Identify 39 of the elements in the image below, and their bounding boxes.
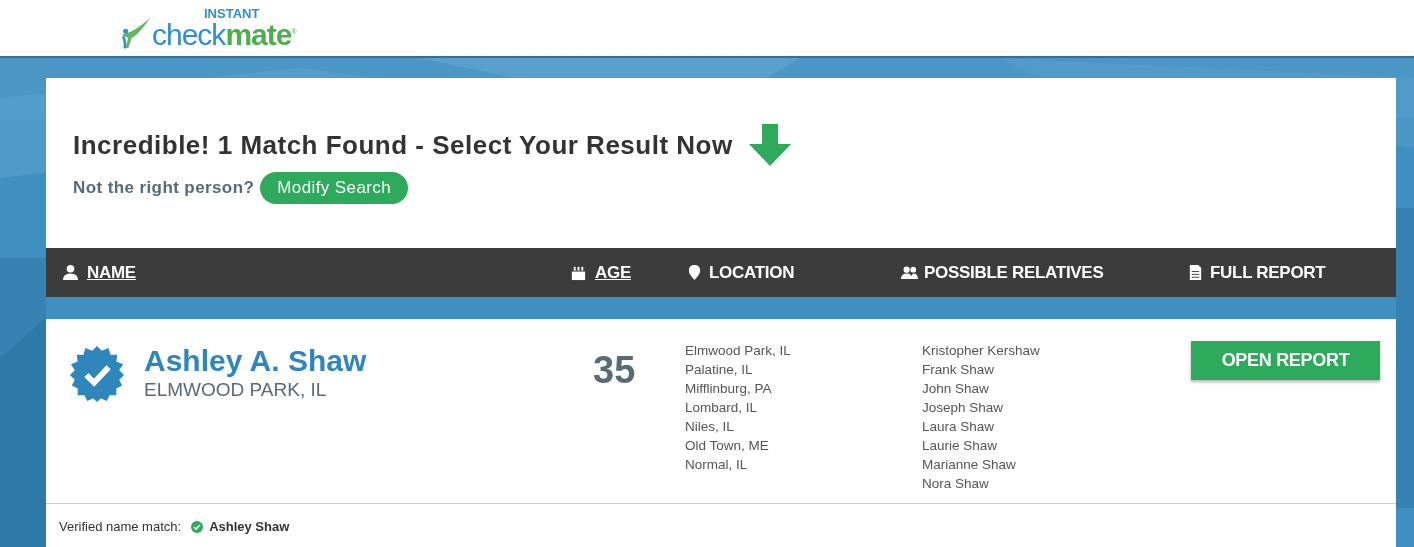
check-circle-icon bbox=[191, 520, 204, 533]
document-icon bbox=[1187, 264, 1204, 281]
location-item: Normal, IL bbox=[685, 456, 748, 474]
column-heading: POSSIBLE RELATIVES bbox=[924, 262, 1104, 283]
column-heading: FULL REPORT bbox=[1210, 262, 1326, 283]
relative-name: Laura Shaw bbox=[922, 418, 995, 436]
location-item: Lombard, IL bbox=[685, 399, 758, 417]
relative-name: John Shaw bbox=[922, 380, 989, 398]
match-label: Verified name match: bbox=[59, 519, 182, 534]
person-icon bbox=[62, 264, 79, 281]
prompt-text: Not the right person? bbox=[73, 178, 255, 198]
location-item: Palatine, IL bbox=[685, 361, 753, 379]
location-item: Niles, IL bbox=[685, 418, 734, 436]
location-item: Old Town, ME bbox=[685, 437, 769, 455]
logo-wordmark: checkmate$^{®}$ bbox=[152, 19, 296, 50]
relative-name: Laurie Shaw bbox=[922, 437, 998, 455]
cake-icon bbox=[570, 264, 587, 281]
open-report-button[interactable]: OPEN REPORT bbox=[1191, 341, 1380, 380]
relative-name: Joseph Shaw bbox=[922, 399, 1004, 417]
matched-name: Ashley Shaw bbox=[209, 519, 290, 534]
relative-name: Marianne Shaw bbox=[922, 456, 1016, 474]
logo-caption: INSTANT bbox=[204, 6, 261, 20]
sort-link[interactable]: AGE bbox=[595, 262, 631, 283]
modify-search-button[interactable]: Modify Search bbox=[260, 172, 409, 204]
relative-name: Frank Shaw bbox=[922, 361, 995, 379]
logo[interactable]: INSTANT checkmate$^{®}$ bbox=[118, 6, 296, 50]
sort-link[interactable]: NAME bbox=[87, 262, 136, 283]
headline: Incredible! 1 Match Found - Select Your Result Now bbox=[73, 129, 733, 161]
relative-name: Nora Shaw bbox=[922, 475, 989, 493]
location-pin-icon bbox=[686, 264, 703, 281]
people-icon bbox=[901, 264, 918, 281]
relative-name: Kristopher Kershaw bbox=[922, 342, 1040, 360]
location-item: Elmwood Park, IL bbox=[685, 342, 791, 360]
column-heading: LOCATION bbox=[709, 262, 795, 283]
location-item: Mifflinburg, PA bbox=[685, 380, 772, 398]
person-city: ELMWOOD PARK, IL bbox=[144, 379, 328, 401]
age-value: 35 bbox=[593, 349, 636, 392]
person-name-link[interactable]: Ashley A. Shaw bbox=[144, 345, 367, 377]
down-arrow-icon bbox=[746, 122, 793, 168]
